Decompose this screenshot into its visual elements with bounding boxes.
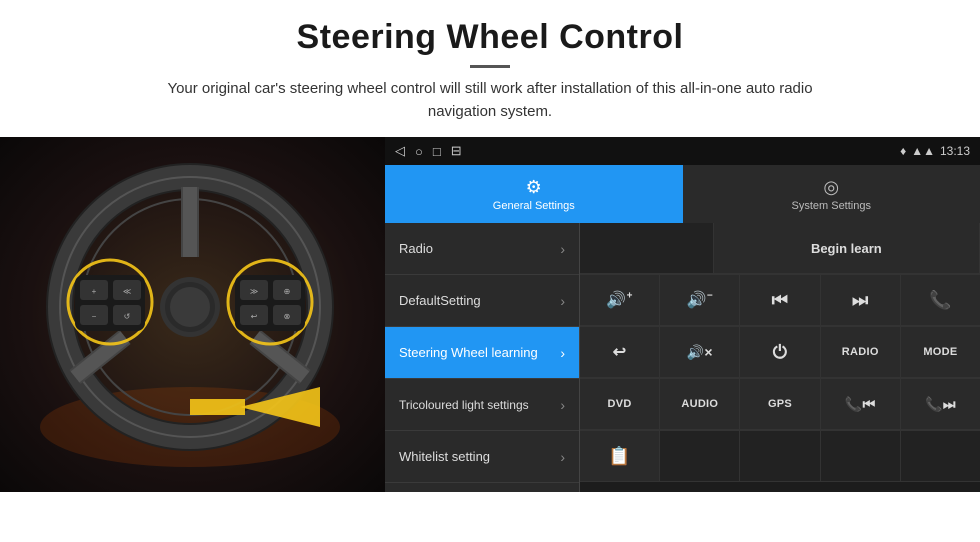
android-panel: ◁ ○ □ ⊟ ♦ ▲▲ 13:13 ⚙ General Settings ◎ … [385, 137, 980, 492]
steering-wheel-background: + ≪ − ↺ ≫ ⊕ ↩ ⊗ [0, 137, 385, 492]
status-bar: ◁ ○ □ ⊟ ♦ ▲▲ 13:13 [385, 137, 980, 165]
clock: 13:13 [940, 144, 970, 158]
page-subtitle: Your original car's steering wheel contr… [140, 78, 840, 123]
list-button[interactable]: 📋 [580, 431, 660, 482]
control-row-3: ↩ 🔊× ⏻ RADIO MODE [580, 327, 980, 379]
svg-text:≪: ≪ [123, 287, 131, 296]
control-row-4: DVD AUDIO GPS 📞⏮ 📞⏭ [580, 379, 980, 431]
title-divider [470, 65, 510, 68]
volume-down-button[interactable]: 🔊− [660, 275, 740, 326]
prev-track-button[interactable]: ⏮ [740, 275, 820, 326]
steering-wheel-image: + ≪ − ↺ ≫ ⊕ ↩ ⊗ [20, 147, 360, 487]
mute-button[interactable]: 🔊× [660, 327, 740, 378]
signal-icon: ▲▲ [911, 144, 935, 158]
svg-text:↺: ↺ [124, 312, 131, 321]
tab-system-settings[interactable]: ◎ System Settings [683, 165, 980, 223]
empty-slot-4 [821, 431, 901, 482]
radio-button[interactable]: RADIO [821, 327, 901, 378]
menu-item-whitelist[interactable]: Whitelist setting › [385, 431, 579, 483]
empty-slot-1 [580, 223, 714, 274]
recent-button[interactable]: □ [433, 144, 441, 159]
next-track-button[interactable]: ⏭ [821, 275, 901, 326]
next-track-icon: ⏭ [852, 290, 869, 311]
empty-slot-5 [901, 431, 980, 482]
page-title: Steering Wheel Control [20, 18, 960, 57]
control-row-5: 📋 [580, 431, 980, 482]
menu-item-radio[interactable]: Radio › [385, 223, 579, 275]
volume-down-icon: 🔊− [687, 290, 713, 310]
main-content: + ≪ − ↺ ≫ ⊕ ↩ ⊗ [0, 137, 980, 492]
tab-bar: ⚙ General Settings ◎ System Settings [385, 165, 980, 223]
svg-text:⊗: ⊗ [284, 312, 291, 321]
audio-label: AUDIO [681, 398, 718, 410]
menu-item-default-setting[interactable]: DefaultSetting › [385, 275, 579, 327]
prev-track-icon: ⏮ [772, 290, 789, 311]
volume-up-button[interactable]: 🔊+ [580, 275, 660, 326]
menu-steering-chevron: › [560, 345, 565, 361]
power-button[interactable]: ⏻ [740, 327, 820, 378]
general-settings-icon: ⚙ [526, 177, 542, 198]
menu-radio-label: Radio [399, 241, 433, 256]
tab-general-label: General Settings [493, 200, 575, 212]
empty-slot-2 [660, 431, 740, 482]
call-next-button[interactable]: 📞⏭ [901, 379, 980, 430]
call-prev-icon: 📞⏮ [845, 396, 876, 413]
menu-item-tricoloured-light[interactable]: Tricoloured light settings › [385, 379, 579, 431]
control-row-1: Begin learn [580, 223, 980, 275]
dvd-label: DVD [608, 398, 632, 410]
extra-button[interactable]: ⊟ [451, 143, 462, 159]
photo-panel: + ≪ − ↺ ≫ ⊕ ↩ ⊗ [0, 137, 385, 492]
dvd-button[interactable]: DVD [580, 379, 660, 430]
menu-radio-chevron: › [560, 241, 565, 257]
menu-whitelist-label: Whitelist setting [399, 449, 490, 464]
status-bar-nav: ◁ ○ □ ⊟ [395, 143, 462, 159]
tab-system-label: System Settings [792, 200, 871, 212]
gps-button[interactable]: GPS [740, 379, 820, 430]
svg-text:↩: ↩ [251, 312, 258, 321]
mode-button[interactable]: MODE [901, 327, 980, 378]
audio-button[interactable]: AUDIO [660, 379, 740, 430]
hang-up-button[interactable]: ↩ [580, 327, 660, 378]
status-bar-info: ♦ ▲▲ 13:13 [900, 144, 970, 158]
hang-up-icon: ↩ [613, 342, 627, 362]
control-row-2: 🔊+ 🔊− ⏮ ⏭ 📞 [580, 275, 980, 327]
tab-general-settings[interactable]: ⚙ General Settings [385, 165, 683, 223]
menu-whitelist-chevron: › [560, 449, 565, 465]
page-header: Steering Wheel Control Your original car… [0, 0, 980, 135]
call-next-icon: 📞⏭ [925, 396, 956, 413]
menu-tricoloured-chevron: › [560, 397, 565, 413]
radio-label: RADIO [842, 346, 879, 358]
gps-label: GPS [768, 398, 792, 410]
location-icon: ♦ [900, 144, 906, 158]
svg-text:≫: ≫ [250, 287, 258, 296]
empty-slot-3 [740, 431, 820, 482]
back-button[interactable]: ◁ [395, 143, 405, 159]
svg-text:+: + [92, 287, 97, 296]
call-button[interactable]: 📞 [901, 275, 980, 326]
call-prev-button[interactable]: 📞⏮ [821, 379, 901, 430]
menu-tricoloured-label: Tricoloured light settings [399, 398, 529, 412]
svg-text:⊕: ⊕ [284, 287, 291, 296]
power-icon: ⏻ [773, 342, 788, 363]
settings-menu: Radio › DefaultSetting › Steering Wheel … [385, 223, 580, 492]
svg-text:−: − [92, 312, 97, 321]
system-settings-icon: ◎ [823, 177, 839, 198]
menu-item-steering-wheel-learning[interactable]: Steering Wheel learning › [385, 327, 579, 379]
menu-default-chevron: › [560, 293, 565, 309]
settings-main-area: Radio › DefaultSetting › Steering Wheel … [385, 223, 980, 492]
list-icon: 📋 [608, 446, 631, 467]
mode-label: MODE [923, 346, 957, 358]
home-button[interactable]: ○ [415, 144, 423, 159]
control-panel: Begin learn 🔊+ 🔊− ⏮ ⏭ [580, 223, 980, 492]
menu-default-label: DefaultSetting [399, 293, 481, 308]
menu-steering-label: Steering Wheel learning [399, 345, 538, 360]
volume-up-icon: 🔊+ [606, 290, 632, 310]
call-icon: 📞 [929, 290, 952, 311]
mute-icon: 🔊× [687, 344, 713, 361]
begin-learn-button[interactable]: Begin learn [714, 223, 980, 274]
